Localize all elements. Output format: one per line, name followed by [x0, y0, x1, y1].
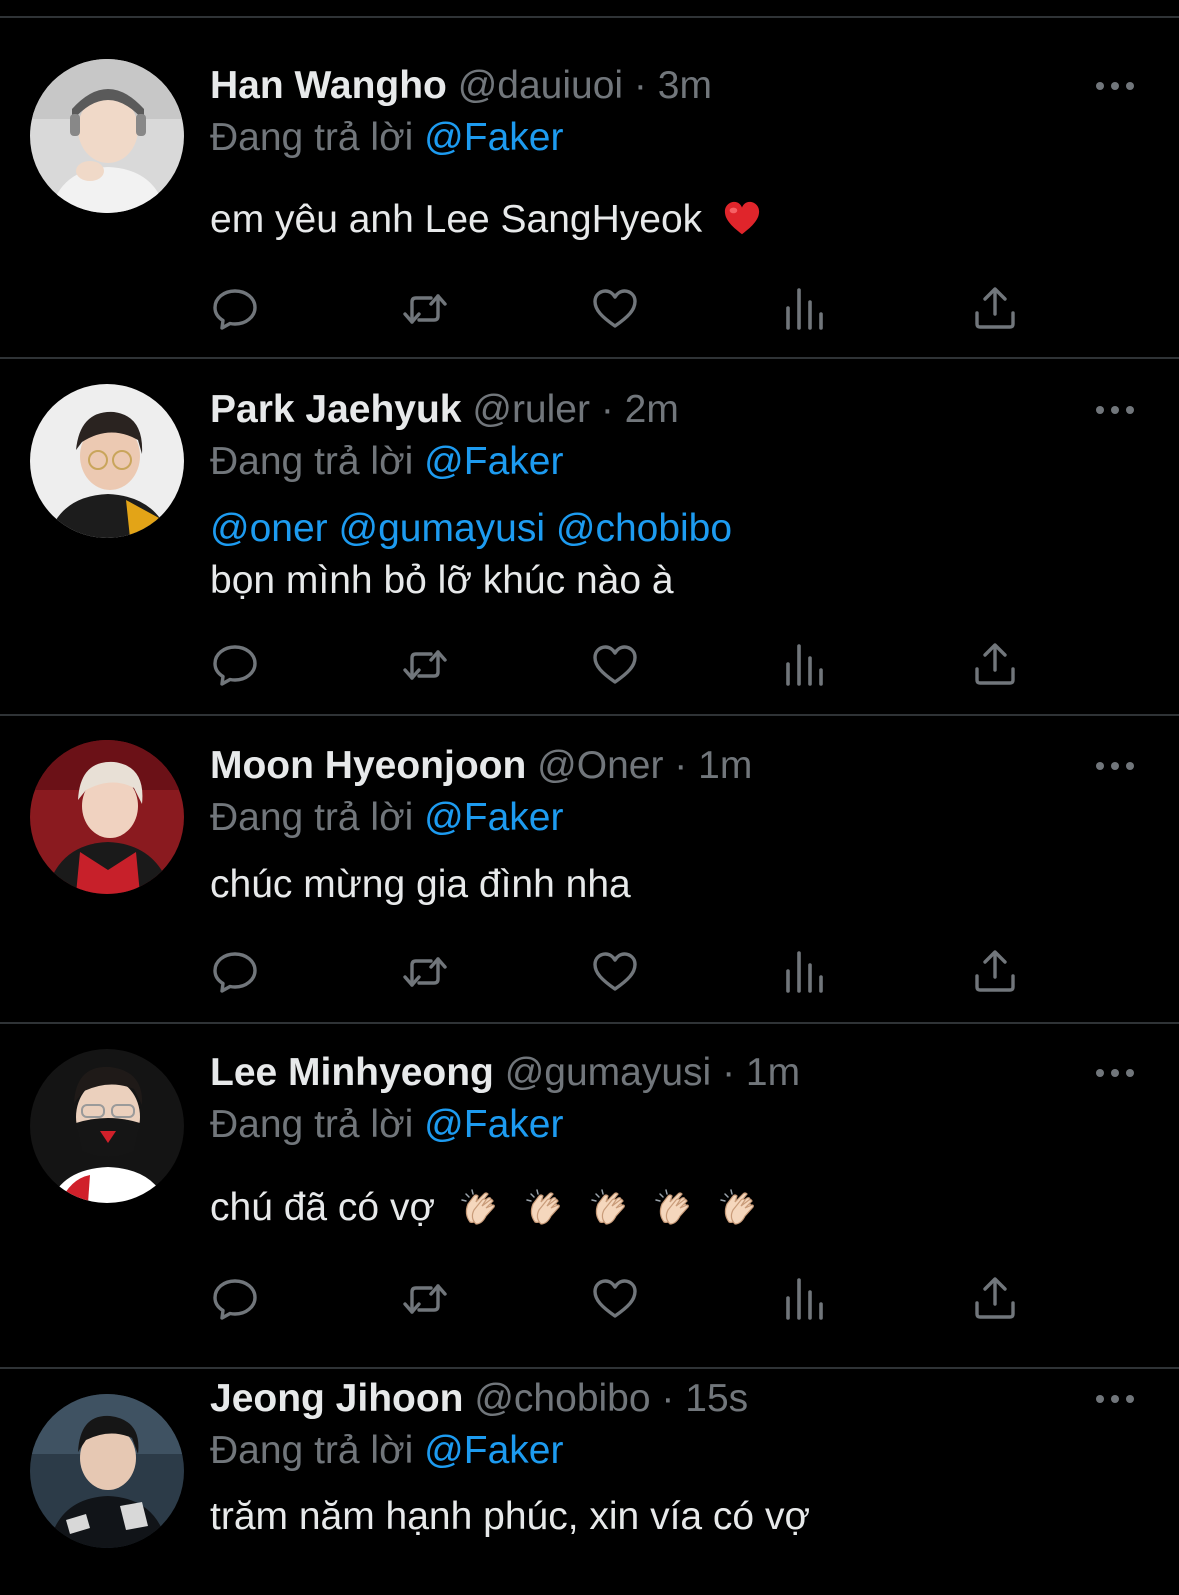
display-name[interactable]: Moon Hyeonjoon [210, 744, 526, 787]
tweet-text-content: em yêu anh Lee SangHyeok [210, 198, 703, 241]
clapping-hands-emoji [525, 1189, 560, 1225]
replying-to-label: Đang trả lời [210, 1429, 414, 1472]
tweet-header: Han Wangho @dauiuoi · 3m [210, 62, 712, 110]
tweet-header: Jeong Jihoon @chobibo · 15s [210, 1375, 748, 1423]
reply-icon[interactable] [210, 1274, 260, 1324]
clapping-hands-emoji [461, 1189, 495, 1225]
tweet-header: Moon Hyeonjoon @Oner · 1m [210, 742, 752, 790]
like-icon[interactable] [590, 1274, 640, 1324]
like-icon[interactable] [590, 284, 640, 334]
mention-list: @oner @gumayusi @chobibo [210, 503, 732, 555]
separator-dot: · [674, 744, 688, 787]
avatar[interactable] [30, 384, 184, 538]
avatar[interactable] [30, 1049, 184, 1203]
replying-to-line: Đang trả lời @Faker [210, 438, 563, 486]
share-icon[interactable] [970, 947, 1020, 997]
tweet-text: chú đã có vợ [210, 1182, 759, 1234]
mention-link[interactable]: @oner [210, 507, 328, 550]
tweet-reply[interactable]: Lee Minhyeong @gumayusi · 1m Đang trả lờ… [0, 1024, 1179, 1369]
separator-dot: · [633, 64, 647, 107]
display-name[interactable]: Park Jaehyuk [210, 388, 462, 431]
tweet-text: @oner @gumayusi @chobibo bọn mình bỏ lỡ … [210, 503, 732, 607]
more-icon[interactable] [1096, 81, 1134, 91]
tweet-text: trăm năm hạnh phúc, xin vía có vợ [210, 1491, 810, 1543]
separator-dot: · [661, 1377, 675, 1420]
replying-to-label: Đang trả lời [210, 796, 414, 839]
tweet-text: em yêu anh Lee SangHyeok [210, 194, 761, 246]
clapping-hands-emoji [655, 1189, 690, 1225]
views-icon[interactable] [780, 640, 830, 690]
action-bar [210, 947, 1030, 997]
tweet-text-content: trăm năm hạnh phúc, xin vía có vợ [210, 1495, 811, 1538]
reply-icon[interactable] [210, 640, 260, 690]
replying-to-line: Đang trả lời @Faker [210, 114, 563, 162]
views-icon[interactable] [780, 284, 830, 334]
tweet-text-content: bọn mình bỏ lỡ khúc nào à [210, 559, 674, 602]
timestamp[interactable]: 1m [746, 1051, 800, 1094]
replying-to-mention[interactable]: @Faker [424, 1429, 563, 1472]
share-icon[interactable] [970, 640, 1020, 690]
action-bar [210, 1274, 1030, 1324]
tweet-reply[interactable]: Moon Hyeonjoon @Oner · 1m Đang trả lời @… [0, 716, 1179, 1024]
clapping-hands-emoji [720, 1189, 755, 1225]
tweet-header: Park Jaehyuk @ruler · 2m [210, 386, 679, 434]
tweet-reply[interactable]: Han Wangho @dauiuoi · 3m Đang trả lời @F… [0, 18, 1179, 359]
replying-to-mention[interactable]: @Faker [424, 116, 563, 159]
retweet-icon[interactable] [400, 640, 450, 690]
retweet-icon[interactable] [400, 284, 450, 334]
timestamp[interactable]: 3m [658, 64, 712, 107]
avatar[interactable] [30, 740, 184, 894]
separator-dot: · [600, 388, 614, 431]
replying-to-label: Đang trả lời [210, 116, 414, 159]
replying-to-label: Đang trả lời [210, 1103, 414, 1146]
red-heart-emoji [724, 201, 760, 235]
reply-icon[interactable] [210, 947, 260, 997]
mention-link[interactable]: @chobibo [556, 507, 732, 550]
reply-icon[interactable] [210, 284, 260, 334]
separator-dot: · [722, 1051, 736, 1094]
user-handle[interactable]: @dauiuoi [458, 64, 623, 107]
tweet-text-content: chúc mừng gia đình nha [210, 863, 631, 906]
user-handle[interactable]: @ruler [472, 388, 590, 431]
more-icon[interactable] [1096, 1068, 1134, 1078]
display-name[interactable]: Han Wangho [210, 64, 447, 107]
action-bar [210, 640, 1030, 690]
tweet-text: chúc mừng gia đình nha [210, 859, 631, 911]
more-icon[interactable] [1096, 1394, 1134, 1404]
mention-link[interactable]: @gumayusi [339, 507, 546, 550]
user-handle[interactable]: @Oner [537, 744, 663, 787]
replying-to-line: Đang trả lời @Faker [210, 1101, 563, 1149]
more-icon[interactable] [1096, 761, 1134, 771]
timestamp[interactable]: 2m [625, 388, 679, 431]
share-icon[interactable] [970, 1274, 1020, 1324]
share-icon[interactable] [970, 284, 1020, 334]
views-icon[interactable] [780, 1274, 830, 1324]
user-handle[interactable]: @gumayusi [505, 1051, 712, 1094]
tweet-text-content: chú đã có vợ [210, 1186, 436, 1229]
display-name[interactable]: Jeong Jihoon [210, 1377, 464, 1420]
more-icon[interactable] [1096, 405, 1134, 415]
views-icon[interactable] [780, 947, 830, 997]
avatar[interactable] [30, 1394, 184, 1548]
replying-to-line: Đang trả lời @Faker [210, 794, 563, 842]
tweet-header: Lee Minhyeong @gumayusi · 1m [210, 1049, 800, 1097]
like-icon[interactable] [590, 947, 640, 997]
timestamp[interactable]: 15s [685, 1377, 748, 1420]
replying-to-mention[interactable]: @Faker [424, 796, 563, 839]
avatar[interactable] [30, 59, 184, 213]
replying-to-mention[interactable]: @Faker [424, 440, 563, 483]
retweet-icon[interactable] [400, 947, 450, 997]
retweet-icon[interactable] [400, 1274, 450, 1324]
replying-to-line: Đang trả lời @Faker [210, 1427, 563, 1475]
like-icon[interactable] [590, 640, 640, 690]
tweet-reply[interactable]: Park Jaehyuk @ruler · 2m Đang trả lời @F… [0, 359, 1179, 716]
clapping-hands-emoji [590, 1189, 625, 1225]
tweet-reply[interactable]: Jeong Jihoon @chobibo · 15s Đang trả lời… [0, 1369, 1179, 1595]
replying-to-label: Đang trả lời [210, 440, 414, 483]
user-handle[interactable]: @chobibo [474, 1377, 650, 1420]
replying-to-mention[interactable]: @Faker [424, 1103, 563, 1146]
display-name[interactable]: Lee Minhyeong [210, 1051, 494, 1094]
action-bar [210, 284, 1030, 334]
timestamp[interactable]: 1m [698, 744, 752, 787]
